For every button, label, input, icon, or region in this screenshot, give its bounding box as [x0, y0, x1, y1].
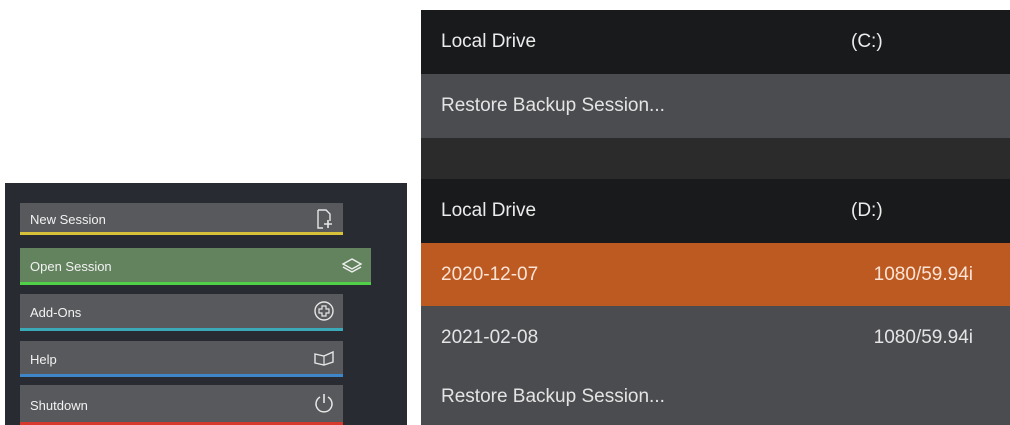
- drive-d-letter: (D:): [851, 200, 883, 221]
- restore-backup-label-c: Restore Backup Session...: [441, 95, 665, 116]
- shutdown-button[interactable]: Shutdown: [20, 385, 343, 425]
- layers-icon: [341, 255, 363, 277]
- help-label: Help: [30, 351, 57, 367]
- power-icon: [313, 392, 335, 414]
- new-session-button[interactable]: New Session: [20, 203, 343, 235]
- drive-c-name: Local Drive: [441, 31, 537, 52]
- session-row-2021-02-08[interactable]: 2021-02-08 1080/59.94i: [421, 306, 1010, 369]
- drive-d-name: Local Drive: [441, 200, 537, 221]
- startup-menu-panel: New Session Open Session Add-Ons Help Sh…: [5, 183, 407, 425]
- drive-c-header: Local Drive (C:): [421, 10, 1010, 74]
- open-session-label: Open Session: [30, 259, 112, 274]
- restore-backup-session-c[interactable]: Restore Backup Session...: [421, 74, 1010, 138]
- help-button[interactable]: Help: [20, 341, 343, 377]
- open-session-underline: [20, 282, 371, 285]
- new-session-label: New Session: [30, 211, 106, 227]
- session-row-2020-12-07[interactable]: 2020-12-07 1080/59.94i: [421, 243, 1010, 306]
- drive-separator: [421, 138, 1010, 179]
- restore-backup-label-d: Restore Backup Session...: [441, 386, 665, 407]
- session-file-list: Local Drive (C:) Restore Backup Session.…: [421, 10, 1010, 425]
- session-format: 1080/59.94i: [873, 326, 973, 348]
- add-ons-button[interactable]: Add-Ons: [20, 294, 343, 331]
- session-date: 2020-12-07: [441, 263, 539, 285]
- open-session-button[interactable]: Open Session: [20, 248, 371, 285]
- new-session-icon: [313, 208, 335, 230]
- book-icon: [313, 347, 335, 369]
- session-format: 1080/59.94i: [873, 263, 973, 285]
- new-session-underline: [20, 232, 343, 235]
- plus-circle-icon: [313, 300, 335, 322]
- restore-backup-session-d[interactable]: Restore Backup Session...: [421, 369, 1010, 425]
- add-ons-underline: [20, 328, 343, 331]
- drive-c-letter: (C:): [851, 31, 883, 52]
- help-underline: [20, 374, 343, 377]
- shutdown-label: Shutdown: [30, 397, 88, 413]
- session-date: 2021-02-08: [441, 326, 539, 348]
- drive-d-header: Local Drive (D:): [421, 179, 1010, 243]
- add-ons-label: Add-Ons: [30, 305, 82, 320]
